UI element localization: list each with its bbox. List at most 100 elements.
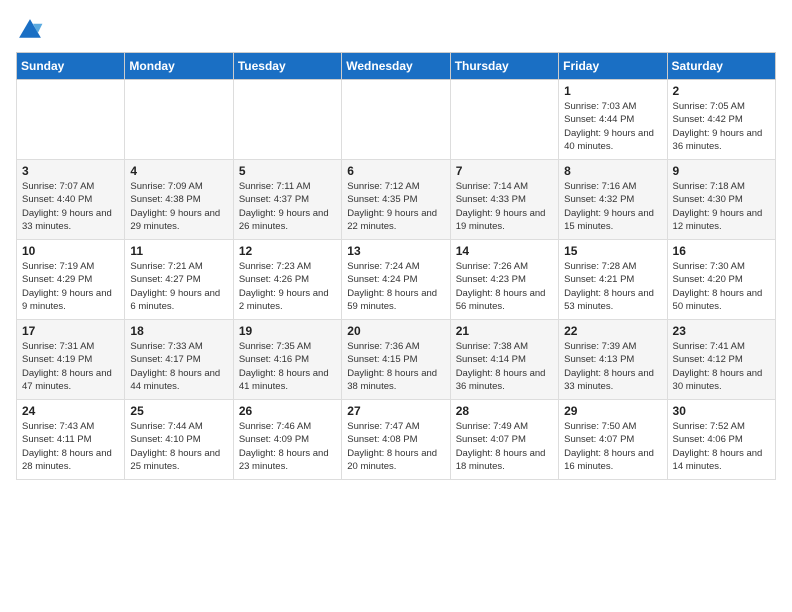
day-number: 6 [347,164,444,178]
day-number: 28 [456,404,553,418]
calendar-cell: 30Sunrise: 7:52 AM Sunset: 4:06 PM Dayli… [667,400,775,480]
calendar-cell: 24 Sunrise: 7:43 AM Sunset: 4:11 PM Dayli… [17,400,125,480]
day-number: 3 [22,164,119,178]
day-number: 15 [564,244,661,258]
calendar-cell [233,80,341,160]
calendar-cell: 20 Sunrise: 7:36 AM Sunset: 4:15 PM Dayli… [342,320,450,400]
day-info: Sunrise: 7:30 AM Sunset: 4:20 PM Dayligh… [673,260,770,313]
header-day-wednesday: Wednesday [342,53,450,80]
calendar-week-4: 17 Sunrise: 7:31 AM Sunset: 4:19 PM Dayli… [17,320,776,400]
day-number: 11 [130,244,227,258]
day-number: 25 [130,404,227,418]
calendar-cell: 9Sunrise: 7:18 AM Sunset: 4:30 PM Daylig… [667,160,775,240]
calendar-cell: 15 Sunrise: 7:28 AM Sunset: 4:21 PM Dayli… [559,240,667,320]
calendar-cell: 19Sunrise: 7:35 AM Sunset: 4:16 PM Dayli… [233,320,341,400]
day-number: 17 [22,324,119,338]
calendar-week-5: 24 Sunrise: 7:43 AM Sunset: 4:11 PM Dayli… [17,400,776,480]
day-number: 18 [130,324,227,338]
calendar-cell: 23 Sunrise: 7:41 AM Sunset: 4:12 PM Dayli… [667,320,775,400]
day-number: 8 [564,164,661,178]
day-info: Sunrise: 7:39 AM Sunset: 4:13 PM Dayligh… [564,340,661,393]
calendar-cell: 3 Sunrise: 7:07 AM Sunset: 4:40 PM Daylig… [17,160,125,240]
day-info: Sunrise: 7:46 AM Sunset: 4:09 PM Dayligh… [239,420,336,473]
day-number: 12 [239,244,336,258]
logo [16,16,48,44]
calendar-cell [342,80,450,160]
calendar-week-2: 3 Sunrise: 7:07 AM Sunset: 4:40 PM Daylig… [17,160,776,240]
day-info: Sunrise: 7:28 AM Sunset: 4:21 PM Dayligh… [564,260,661,313]
day-number: 16 [673,244,770,258]
day-info: Sunrise: 7:41 AM Sunset: 4:12 PM Dayligh… [673,340,770,393]
day-number: 24 [22,404,119,418]
calendar-cell: 27 Sunrise: 7:47 AM Sunset: 4:08 PM Dayli… [342,400,450,480]
day-info: Sunrise: 7:18 AM Sunset: 4:30 PM Dayligh… [673,180,770,233]
day-info: Sunrise: 7:43 AM Sunset: 4:11 PM Dayligh… [22,420,119,473]
calendar-cell: 12 Sunrise: 7:23 AM Sunset: 4:26 PM Dayli… [233,240,341,320]
day-number: 10 [22,244,119,258]
day-info: Sunrise: 7:14 AM Sunset: 4:33 PM Dayligh… [456,180,553,233]
day-number: 20 [347,324,444,338]
calendar-cell: 11 Sunrise: 7:21 AM Sunset: 4:27 PM Dayli… [125,240,233,320]
calendar-week-1: 1 Sunrise: 7:03 AM Sunset: 4:44 PM Daylig… [17,80,776,160]
logo-icon [16,16,44,44]
header-day-thursday: Thursday [450,53,558,80]
calendar-cell: 16 Sunrise: 7:30 AM Sunset: 4:20 PM Dayli… [667,240,775,320]
day-info: Sunrise: 7:49 AM Sunset: 4:07 PM Dayligh… [456,420,553,473]
calendar-cell: 1 Sunrise: 7:03 AM Sunset: 4:44 PM Daylig… [559,80,667,160]
day-info: Sunrise: 7:38 AM Sunset: 4:14 PM Dayligh… [456,340,553,393]
header-day-sunday: Sunday [17,53,125,80]
calendar-week-3: 10 Sunrise: 7:19 AM Sunset: 4:29 PM Dayli… [17,240,776,320]
day-number: 5 [239,164,336,178]
day-info: Sunrise: 7:03 AM Sunset: 4:44 PM Dayligh… [564,100,661,153]
day-info: Sunrise: 7:07 AM Sunset: 4:40 PM Dayligh… [22,180,119,233]
calendar-cell: 29 Sunrise: 7:50 AM Sunset: 4:07 PM Dayli… [559,400,667,480]
calendar-cell: 8 Sunrise: 7:16 AM Sunset: 4:32 PM Daylig… [559,160,667,240]
calendar-cell: 10 Sunrise: 7:19 AM Sunset: 4:29 PM Dayli… [17,240,125,320]
day-number: 7 [456,164,553,178]
calendar-table: SundayMondayTuesdayWednesdayThursdayFrid… [16,52,776,480]
calendar-cell: 17 Sunrise: 7:31 AM Sunset: 4:19 PM Dayli… [17,320,125,400]
calendar-cell: 14Sunrise: 7:26 AM Sunset: 4:23 PM Dayli… [450,240,558,320]
day-info: Sunrise: 7:09 AM Sunset: 4:38 PM Dayligh… [130,180,227,233]
day-info: Sunrise: 7:12 AM Sunset: 4:35 PM Dayligh… [347,180,444,233]
calendar-cell: 21 Sunrise: 7:38 AM Sunset: 4:14 PM Dayli… [450,320,558,400]
day-number: 22 [564,324,661,338]
day-info: Sunrise: 7:52 AM Sunset: 4:06 PM Dayligh… [673,420,770,473]
day-info: Sunrise: 7:50 AM Sunset: 4:07 PM Dayligh… [564,420,661,473]
day-number: 23 [673,324,770,338]
day-info: Sunrise: 7:36 AM Sunset: 4:15 PM Dayligh… [347,340,444,393]
day-info: Sunrise: 7:23 AM Sunset: 4:26 PM Dayligh… [239,260,336,313]
day-number: 29 [564,404,661,418]
day-info: Sunrise: 7:33 AM Sunset: 4:17 PM Dayligh… [130,340,227,393]
header-day-tuesday: Tuesday [233,53,341,80]
day-info: Sunrise: 7:44 AM Sunset: 4:10 PM Dayligh… [130,420,227,473]
day-number: 13 [347,244,444,258]
header-day-monday: Monday [125,53,233,80]
day-number: 27 [347,404,444,418]
day-info: Sunrise: 7:19 AM Sunset: 4:29 PM Dayligh… [22,260,119,313]
day-number: 26 [239,404,336,418]
day-number: 2 [673,84,770,98]
day-number: 1 [564,84,661,98]
calendar-cell: 6 Sunrise: 7:12 AM Sunset: 4:35 PM Daylig… [342,160,450,240]
calendar-cell: 13Sunrise: 7:24 AM Sunset: 4:24 PM Dayli… [342,240,450,320]
calendar-cell [450,80,558,160]
day-info: Sunrise: 7:35 AM Sunset: 4:16 PM Dayligh… [239,340,336,393]
day-number: 14 [456,244,553,258]
day-info: Sunrise: 7:05 AM Sunset: 4:42 PM Dayligh… [673,100,770,153]
calendar-cell [17,80,125,160]
day-number: 21 [456,324,553,338]
header-day-friday: Friday [559,53,667,80]
calendar-cell: 25 Sunrise: 7:44 AM Sunset: 4:10 PM Dayli… [125,400,233,480]
calendar-cell: 5 Sunrise: 7:11 AM Sunset: 4:37 PM Daylig… [233,160,341,240]
day-info: Sunrise: 7:16 AM Sunset: 4:32 PM Dayligh… [564,180,661,233]
calendar-cell: 7 Sunrise: 7:14 AM Sunset: 4:33 PM Daylig… [450,160,558,240]
day-info: Sunrise: 7:47 AM Sunset: 4:08 PM Dayligh… [347,420,444,473]
day-info: Sunrise: 7:31 AM Sunset: 4:19 PM Dayligh… [22,340,119,393]
day-number: 4 [130,164,227,178]
calendar-cell: 18 Sunrise: 7:33 AM Sunset: 4:17 PM Dayli… [125,320,233,400]
calendar-cell: 2 Sunrise: 7:05 AM Sunset: 4:42 PM Daylig… [667,80,775,160]
day-info: Sunrise: 7:21 AM Sunset: 4:27 PM Dayligh… [130,260,227,313]
day-info: Sunrise: 7:11 AM Sunset: 4:37 PM Dayligh… [239,180,336,233]
header-day-saturday: Saturday [667,53,775,80]
